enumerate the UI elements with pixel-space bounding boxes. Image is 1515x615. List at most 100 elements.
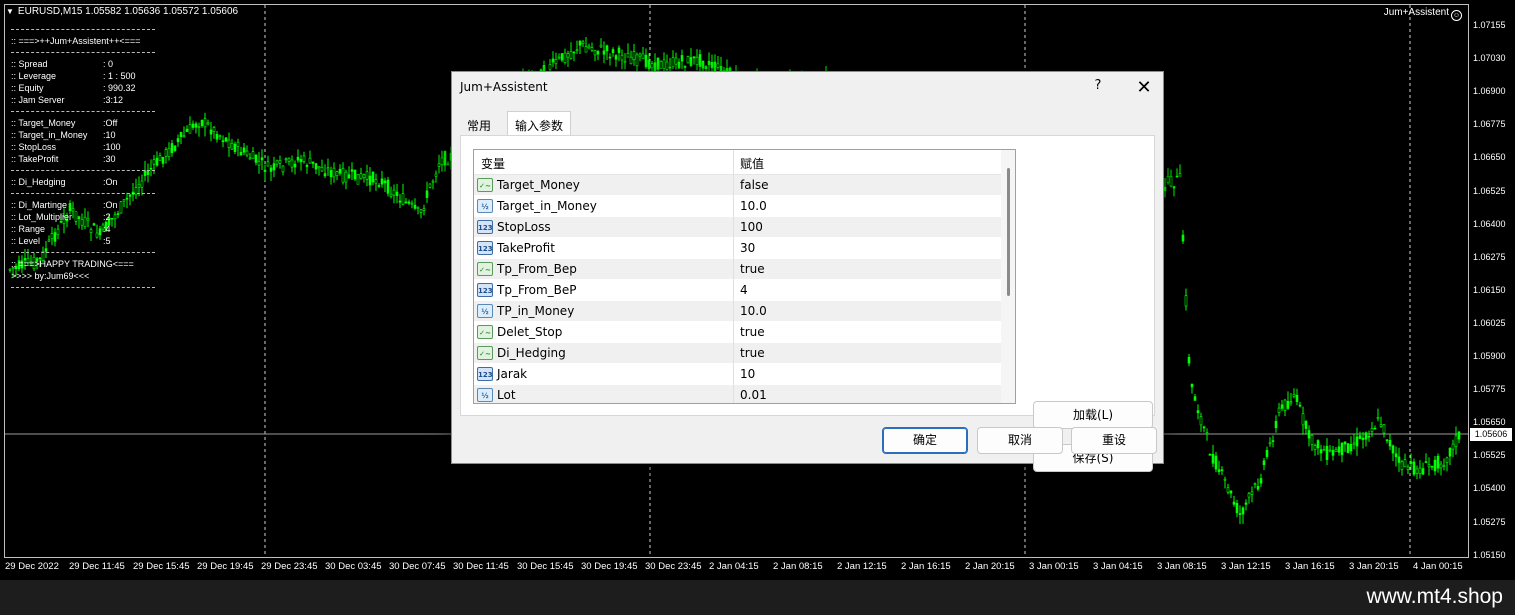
candle-body: [1190, 383, 1194, 388]
load-button[interactable]: 加载(L): [1033, 401, 1153, 429]
candle-body: [1448, 447, 1452, 457]
param-row[interactable]: 123 StopLoss 100: [474, 217, 1001, 238]
candle-body: [551, 58, 555, 63]
candle-body: [302, 155, 306, 162]
tab-general[interactable]: 常用: [460, 113, 498, 136]
chart-symbol-header: ▼ EURUSD,M15 1.05582 1.05636 1.05572 1.05…: [6, 6, 238, 17]
candle-body: [296, 156, 300, 161]
candle-body: [206, 122, 210, 125]
candle-body: [422, 208, 426, 211]
price-tick-label: 1.06900: [1473, 86, 1506, 97]
candle-body: [569, 51, 573, 59]
candle-body: [572, 51, 576, 54]
tab-inputs[interactable]: 输入参数: [507, 111, 572, 136]
candle-body: [1199, 416, 1203, 426]
column-divider[interactable]: [733, 150, 734, 175]
candle-body: [287, 157, 291, 162]
candle-body: [599, 44, 603, 48]
param-value[interactable]: 10.0: [740, 304, 767, 318]
expert-advisor-badge[interactable]: Jum+Assistent ☺: [1384, 7, 1462, 21]
param-row[interactable]: ½ Lot 0.01: [474, 385, 1001, 403]
info-value: :5: [103, 236, 111, 246]
param-row[interactable]: ✓~ Tp_From_Bep true: [474, 259, 1001, 280]
param-value[interactable]: true: [740, 325, 765, 339]
time-tick-label: 29 Dec 19:45: [197, 561, 254, 572]
triangle-down-icon[interactable]: ▼: [6, 7, 14, 16]
ok-button[interactable]: 确定: [882, 427, 968, 454]
param-row[interactable]: ✓~ Delet_Stop true: [474, 322, 1001, 343]
candle-body: [380, 178, 384, 185]
candle-body: [272, 163, 276, 171]
candle-body: [1175, 175, 1179, 178]
info-key: :: Target_Money: [11, 118, 76, 128]
expert-advisor-name: Jum+Assistent: [1383, 7, 1449, 18]
candle-body: [164, 149, 168, 157]
candle-body: [1286, 400, 1290, 409]
candle-body: [446, 163, 450, 166]
info-value: :4: [103, 224, 111, 234]
param-value[interactable]: false: [740, 178, 769, 192]
param-row[interactable]: ✓~ Di_Hedging true: [474, 343, 1001, 364]
param-row[interactable]: ✓~ Target_Money false: [474, 175, 1001, 196]
param-value[interactable]: 100: [740, 220, 763, 234]
candle-body: [1349, 443, 1353, 452]
param-row[interactable]: 123 Jarak 10: [474, 364, 1001, 385]
info-value: :3:12: [103, 95, 124, 105]
cancel-button[interactable]: 取消: [977, 427, 1063, 454]
info-key: :: Target_in_Money: [11, 130, 88, 140]
candle-body: [698, 54, 702, 67]
column-header-variable[interactable]: 变量: [481, 155, 505, 172]
time-tick-label: 30 Dec 07:45: [389, 561, 446, 572]
candle-body: [323, 173, 327, 177]
param-name: StopLoss: [497, 220, 551, 234]
ea-properties-dialog[interactable]: Jum+Assistent ? ✕ 常用 输入参数 变量 赋值 ✓~ Target…: [451, 71, 1164, 472]
candle-body: [185, 128, 189, 132]
param-row[interactable]: 123 TakeProfit 30: [474, 238, 1001, 259]
param-row[interactable]: ½ TP_in_Money 10.0: [474, 301, 1001, 322]
time-tick-label: 30 Dec 23:45: [645, 561, 702, 572]
info-row: :: Leverage: 1 : 500: [11, 70, 155, 82]
param-row[interactable]: 123 Tp_From_BeP 4: [474, 280, 1001, 301]
info-key: :: Equity: [11, 83, 44, 93]
bool-type-icon: ✓~: [477, 262, 493, 276]
param-value[interactable]: 0.01: [740, 388, 767, 402]
column-divider: [733, 385, 734, 403]
info-value: :30: [103, 154, 116, 164]
input-parameters-table[interactable]: 变量 赋值 ✓~ Target_Money false ½ Target_in_Mone…: [473, 149, 1016, 404]
param-value[interactable]: 10: [740, 367, 755, 381]
scrollbar-thumb[interactable]: [1007, 168, 1010, 296]
close-icon[interactable]: ✕: [1132, 76, 1156, 100]
reset-button[interactable]: 重设: [1071, 427, 1157, 454]
param-value[interactable]: 4: [740, 283, 748, 297]
candle-body: [713, 61, 717, 72]
info-value: :10: [103, 130, 116, 140]
candle-body: [1211, 453, 1215, 464]
param-value[interactable]: 10.0: [740, 199, 767, 213]
double-type-icon: ½: [477, 304, 493, 318]
candle-body: [263, 169, 267, 172]
column-divider: [733, 259, 734, 280]
info-row: :: TakeProfit:30: [11, 153, 155, 165]
column-header-value[interactable]: 赋值: [740, 155, 764, 172]
candle-body: [254, 154, 258, 163]
vertical-scrollbar[interactable]: [1001, 150, 1015, 403]
param-value[interactable]: true: [740, 346, 765, 360]
candle-body: [557, 56, 561, 59]
param-name: Tp_From_Bep: [497, 262, 577, 276]
param-row[interactable]: ½ Target_in_Money 10.0: [474, 196, 1001, 217]
candle-body: [1373, 427, 1377, 430]
price-tick-label: 1.05400: [1473, 483, 1506, 494]
param-value[interactable]: 30: [740, 241, 755, 255]
param-value[interactable]: true: [740, 262, 765, 276]
candle-body: [1364, 432, 1368, 440]
candle-body: [218, 135, 222, 138]
candle-body: [704, 66, 708, 70]
info-row: :: Target_Money:Off: [11, 117, 155, 129]
candle-body: [605, 45, 609, 52]
param-name: Target_Money: [497, 178, 580, 192]
candle-body: [194, 123, 198, 128]
help-icon[interactable]: ?: [1088, 78, 1108, 98]
info-row: :: Target_in_Money :10: [11, 129, 155, 141]
candle-body: [641, 53, 645, 59]
candle-body: [410, 202, 414, 205]
